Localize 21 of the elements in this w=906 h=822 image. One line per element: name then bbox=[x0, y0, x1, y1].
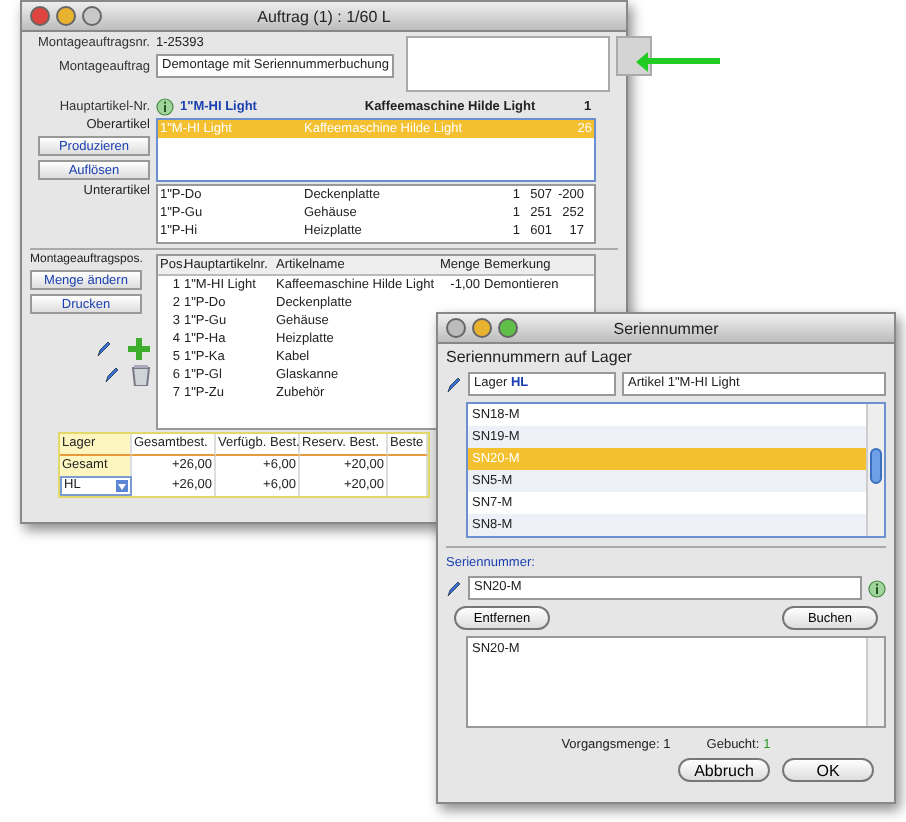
trash-icon[interactable] bbox=[132, 364, 150, 386]
minimize-button[interactable] bbox=[472, 318, 492, 338]
dialog-button[interactable]: Abbruch bbox=[678, 758, 770, 782]
zoom-button[interactable] bbox=[498, 318, 518, 338]
section-label: Seriennummern auf Lager bbox=[446, 348, 634, 366]
scrollbar[interactable] bbox=[866, 638, 884, 726]
pencil-icon[interactable] bbox=[446, 579, 462, 597]
close-button[interactable] bbox=[30, 6, 50, 26]
window-title: Auftrag (1) : 1/60 L bbox=[257, 7, 391, 25]
dropdown-icon[interactable] bbox=[116, 480, 128, 492]
info-icon[interactable] bbox=[156, 98, 174, 116]
pencil-icon[interactable] bbox=[446, 375, 462, 393]
minimize-button[interactable] bbox=[56, 6, 76, 26]
notes-field[interactable] bbox=[406, 36, 611, 92]
zoom-button[interactable] bbox=[82, 6, 102, 26]
scrollbar[interactable] bbox=[866, 404, 884, 536]
window-title: Seriennummer bbox=[613, 319, 719, 337]
info-icon[interactable] bbox=[868, 579, 886, 597]
dialog-button[interactable]: OK bbox=[782, 758, 874, 782]
close-button[interactable] bbox=[446, 318, 466, 338]
pointer-arrow bbox=[636, 52, 720, 72]
